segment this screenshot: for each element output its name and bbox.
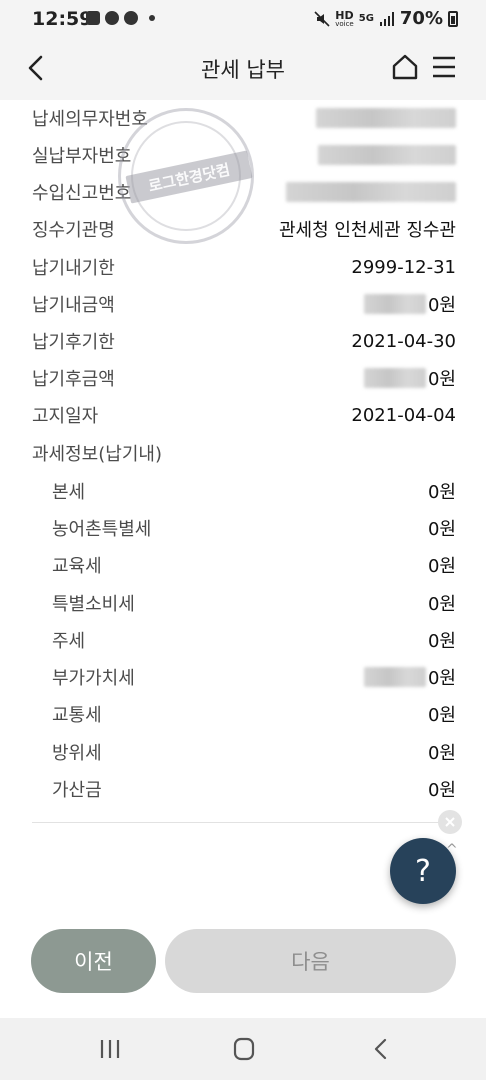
tax-item-label: 본세	[52, 482, 86, 503]
detail-row-notice-date: 고지일자 2021-04-04	[32, 399, 456, 431]
status-time: 12:59	[32, 8, 93, 30]
detail-value: 0원	[363, 291, 456, 317]
tax-item-value: 0원	[427, 780, 456, 801]
home-circle-icon	[233, 1037, 255, 1061]
detail-label: 납기후기한	[32, 332, 115, 353]
tax-item-row: 부가가치세 0원	[32, 661, 456, 693]
tax-item-label: 교통세	[52, 705, 102, 726]
tax-item-label: 주세	[52, 631, 86, 652]
facebook-icon	[124, 11, 138, 25]
previous-button[interactable]: 이전	[31, 929, 156, 993]
detail-value: 0원	[363, 365, 456, 391]
home-button[interactable]	[390, 52, 420, 82]
notification-icons	[86, 11, 155, 25]
home-nav-button[interactable]	[229, 1036, 259, 1062]
gallery-icon	[86, 11, 100, 25]
detail-value: 2999-12-31	[351, 256, 456, 278]
payment-details: 납세의무자번호 실납부자번호 수입신고번호 징수기관명 관세청 인천세관 징수관…	[0, 100, 486, 840]
detail-row-collecting-agency: 징수기관명 관세청 인천세관 징수관	[32, 213, 456, 245]
detail-value-redacted	[286, 182, 456, 202]
back-nav-button[interactable]	[366, 1036, 396, 1062]
detail-label: 징수기관명	[32, 220, 115, 241]
tax-item-label: 부가가치세	[52, 668, 135, 689]
lte-label: 5G	[358, 13, 374, 24]
help-button[interactable]: ?	[390, 838, 456, 904]
tax-item-value: 0원	[427, 556, 456, 577]
more-notifications-icon	[149, 15, 155, 21]
detail-label: 납세의무자번호	[32, 109, 148, 130]
tax-item-label: 가산금	[52, 780, 102, 801]
tax-item-row: 특별소비세 0원	[32, 587, 456, 619]
recent-apps-icon	[100, 1040, 120, 1058]
detail-value-redacted	[316, 108, 456, 128]
detail-label: 납기후금액	[32, 369, 115, 390]
detail-row-tax-info-heading: 과세정보(납기내)	[32, 437, 456, 469]
recent-apps-button[interactable]	[95, 1036, 125, 1062]
detail-value-redacted	[318, 145, 456, 165]
tax-item-value: 0원	[427, 631, 456, 652]
tax-item-row: 본세 0원	[32, 475, 456, 507]
menu-button[interactable]	[431, 54, 457, 80]
tax-item-value: 0원	[427, 594, 456, 615]
tax-item-value: 0원	[427, 705, 456, 726]
detail-row-due-amount: 납기내금액 0원	[32, 288, 456, 320]
detail-row-import-declaration-number: 수입신고번호	[32, 176, 456, 208]
tax-item-row: 교통세 0원	[32, 698, 456, 730]
hamburger-menu-icon	[433, 56, 455, 78]
section-heading: 과세정보(납기내)	[32, 444, 162, 465]
tax-item-label: 농어촌특별세	[52, 519, 152, 540]
tax-item-label: 교육세	[52, 556, 102, 577]
detail-row-due-date: 납기내기한 2999-12-31	[32, 251, 456, 283]
detail-label: 고지일자	[32, 406, 99, 427]
next-button[interactable]: 다음	[165, 929, 456, 993]
detail-value: 2021-04-30	[351, 330, 456, 352]
tax-item-value: 0원	[427, 519, 456, 540]
signal-icon	[379, 11, 394, 26]
system-status-icons: HD voice 5G 70%	[314, 8, 458, 29]
section-divider	[32, 822, 456, 823]
tax-item-row: 가산금 0원	[32, 773, 456, 805]
app-header: 관세 납부	[0, 38, 486, 100]
detail-row-taxpayer-number: 납세의무자번호	[32, 102, 456, 134]
help-close-button[interactable]	[438, 810, 462, 834]
network-sub: voice	[335, 19, 354, 28]
detail-value: 관세청 인천세관 징수관	[278, 220, 456, 241]
tax-item-row: 주세 0원	[32, 624, 456, 656]
back-arrow-icon	[374, 1038, 387, 1060]
help-icon: ?	[415, 853, 431, 889]
tax-item-value: 0원	[427, 743, 456, 764]
tax-item-value: 0원	[427, 482, 456, 503]
tax-item-value: 0원	[363, 664, 456, 690]
amount-text: 0원	[427, 668, 456, 689]
status-bar: 12:59 HD voice 5G 70%	[0, 0, 486, 38]
tax-item-label: 특별소비세	[52, 594, 135, 615]
mute-icon	[314, 10, 330, 27]
close-icon	[445, 817, 455, 827]
detail-label: 수입신고번호	[32, 183, 132, 204]
battery-icon	[448, 10, 458, 27]
talk-icon	[105, 11, 119, 25]
battery-percent: 70%	[399, 8, 443, 29]
detail-label: 납기내기한	[32, 258, 115, 279]
detail-row-payer-number: 실납부자번호	[32, 139, 456, 171]
detail-value: 2021-04-04	[351, 404, 456, 426]
network-label: HD	[335, 8, 354, 22]
home-icon	[392, 54, 418, 80]
detail-label: 실납부자번호	[32, 146, 132, 167]
amount-text: 0원	[427, 369, 456, 390]
tax-item-row: 방위세 0원	[32, 736, 456, 768]
tax-item-row: 교육세 0원	[32, 549, 456, 581]
amount-text: 0원	[427, 295, 456, 316]
system-nav-bar	[0, 1018, 486, 1080]
detail-row-late-due-date: 납기후기한 2021-04-30	[32, 325, 456, 357]
tax-item-label: 방위세	[52, 743, 102, 764]
detail-row-late-amount: 납기후금액 0원	[32, 362, 456, 394]
detail-label: 납기내금액	[32, 295, 115, 316]
tax-item-row: 농어촌특별세 0원	[32, 512, 456, 544]
